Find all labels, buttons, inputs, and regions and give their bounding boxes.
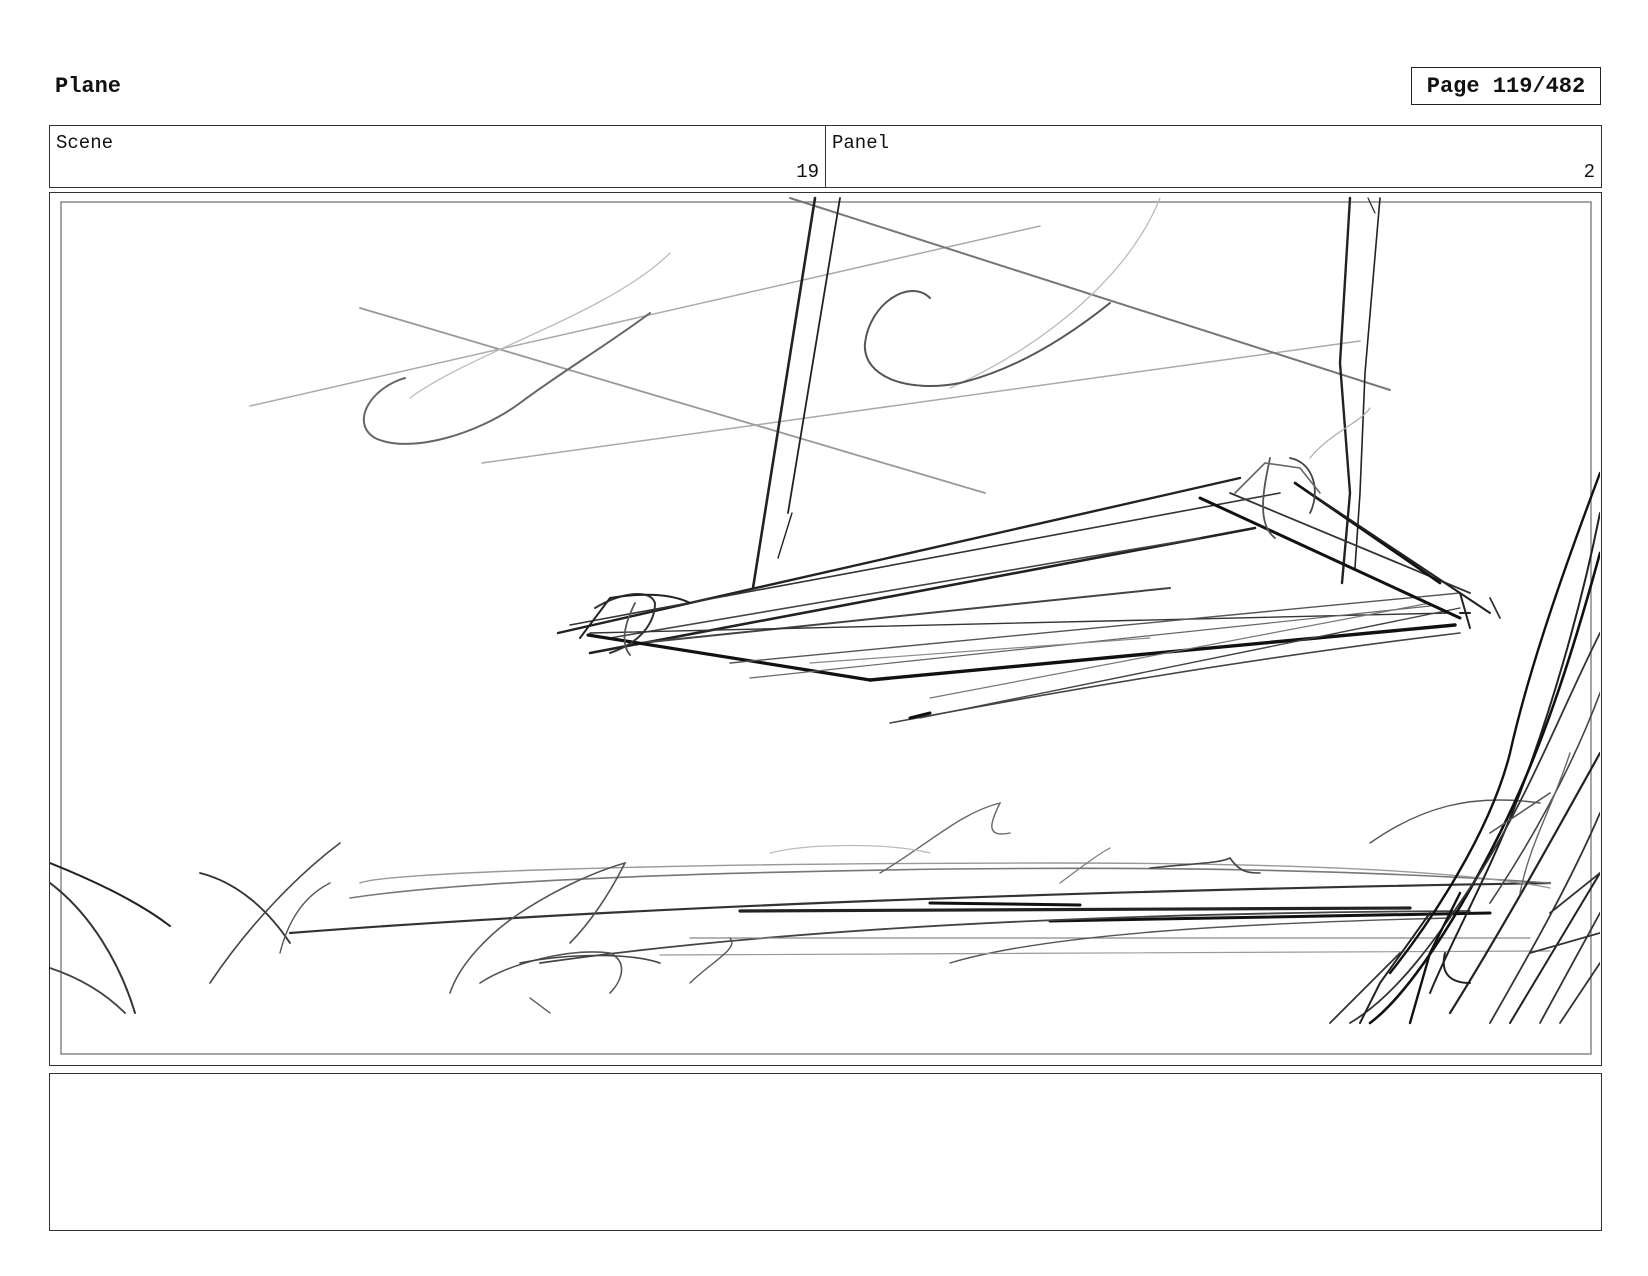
storyboard-panel bbox=[49, 192, 1602, 1066]
scene-cell: Scene 19 bbox=[50, 126, 825, 187]
panel-cell: Panel 2 bbox=[825, 126, 1601, 187]
scene-panel-info-row: Scene 19 Panel 2 bbox=[49, 125, 1602, 188]
scene-number: 19 bbox=[796, 161, 819, 183]
panel-number: 2 bbox=[1583, 161, 1595, 183]
sketch-illustration bbox=[50, 196, 1600, 1055]
panel-notes-box bbox=[49, 1073, 1602, 1231]
scene-label: Scene bbox=[56, 132, 114, 154]
storyboard-title: Plane bbox=[55, 74, 122, 99]
panel-label: Panel bbox=[832, 132, 890, 154]
page-number-badge: Page 119/482 bbox=[1411, 67, 1601, 105]
